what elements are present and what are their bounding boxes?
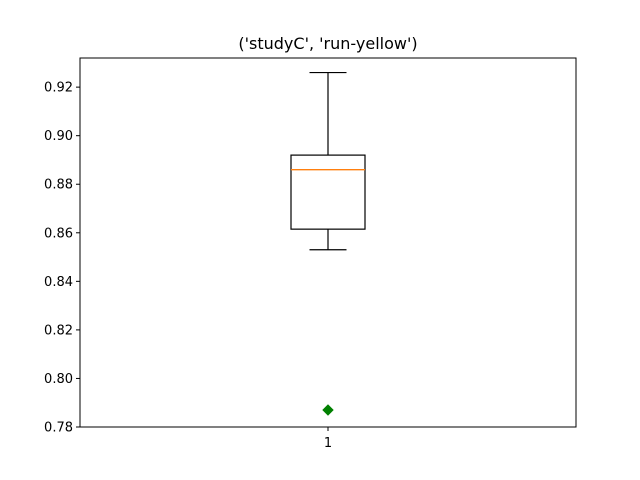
- y-tick-label: 0.92: [44, 81, 73, 96]
- x-tick-label: 1: [324, 436, 332, 451]
- y-tick-label: 0.80: [44, 372, 73, 387]
- chart-title: ('studyC', 'run-yellow'): [238, 34, 417, 53]
- y-tick-label: 0.78: [44, 421, 73, 436]
- y-tick-label: 0.82: [44, 323, 73, 338]
- y-tick-label: 0.86: [44, 226, 73, 241]
- y-tick-label: 0.90: [44, 129, 73, 144]
- y-tick-label: 0.88: [44, 178, 73, 193]
- outlier-point: [322, 404, 334, 416]
- y-tick-label: 0.84: [44, 275, 73, 290]
- plot-area: 0.78 0.80 0.82 0.84 0.86 0.88 0.90 0.92 1: [44, 71, 366, 451]
- iqr-box: [290, 154, 366, 230]
- box-plot-chart: ('studyC', 'run-yellow') 0.78 0.80 0.82 0.8…: [44, 34, 577, 451]
